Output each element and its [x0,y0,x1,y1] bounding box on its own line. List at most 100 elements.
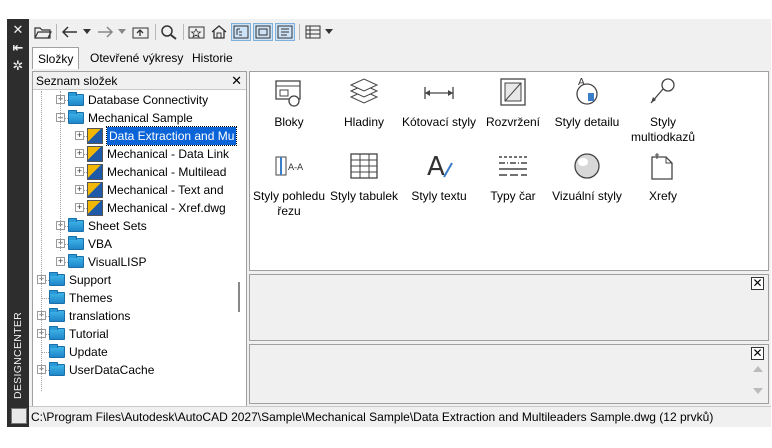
tree-item[interactable]: Update [33,343,246,361]
folder-icon [68,92,84,106]
tree-item-label: VisualLISP [88,255,147,269]
preview-pane: ✕ [249,274,769,341]
views-icon[interactable] [303,23,323,41]
description-icon[interactable] [275,23,295,41]
search-icon[interactable] [159,23,179,41]
content-item[interactable]: Rozvržení [474,75,552,130]
content-item[interactable]: A Styly detailu [548,75,626,130]
content-item[interactable]: Typy čar [474,149,552,204]
back-icon[interactable] [60,23,80,41]
tab-open-drawings[interactable]: Otevřené výkresy [85,47,188,69]
tab-history[interactable]: Historie [187,47,238,69]
linetypes-icon [499,156,527,176]
content-item[interactable]: Styly tabulek [325,149,403,204]
views-dropdown-icon[interactable] [323,23,335,41]
tree-item[interactable]: + Support [33,271,246,289]
content-item[interactable]: Kótovací styly [400,75,478,130]
folder-icon [49,362,65,376]
visual-styles-icon [574,153,600,179]
svg-text:A: A [427,152,445,182]
tree-item[interactable]: Themes [33,289,246,307]
svg-text:A-A: A-A [288,163,304,173]
grip-icon[interactable] [11,408,27,424]
expand-icon[interactable]: + [75,203,84,212]
preview-icon[interactable] [253,23,273,41]
content-item[interactable]: Styly multiodkazů [624,75,702,145]
drawing-file-icon [87,164,103,180]
detail-styles-icon: A [576,77,598,105]
tree-item[interactable]: + Tutorial [33,325,246,343]
expand-icon[interactable]: + [56,257,65,266]
xrefs-icon [651,153,673,180]
drawing-file-icon [87,128,103,144]
back-dropdown-icon[interactable] [81,23,93,41]
layouts-icon [500,78,526,106]
content-item[interactable]: Xrefy [624,149,702,204]
description-pane: ✕ [249,344,769,404]
tree-item-label: Support [69,273,112,287]
tree-item[interactable]: + Mechanical - Multilead [33,163,246,181]
toolbar [29,19,771,45]
tree-item[interactable]: + Data Extraction and Mu [33,126,246,146]
content-item[interactable]: A-A Styly pohledu řezu [250,149,328,219]
forward-icon[interactable] [95,23,115,41]
content-item-label: Typy čar [490,189,536,203]
drawing-file-icon [87,200,103,216]
autohide-button[interactable]: ⇤ [10,41,26,55]
folder-icon [49,272,65,286]
tree-vertical-scrollbar[interactable] [238,282,240,312]
folder-icon [68,110,84,124]
tab-folders[interactable]: Složky [32,47,80,69]
tree-item[interactable]: + VBA [33,235,246,253]
expand-icon[interactable]: + [75,131,84,140]
favorites-icon[interactable] [187,23,207,41]
expand-icon[interactable]: + [75,167,84,176]
load-icon[interactable] [33,23,53,41]
tree-item[interactable]: + Sheet Sets [33,217,246,235]
svg-text:A: A [578,77,585,88]
tree-item[interactable]: + Mechanical - Xref.dwg [33,199,246,217]
tree-item[interactable]: + Database Connectivity [33,91,246,109]
expand-icon[interactable]: + [75,185,84,194]
folder-icon [49,344,65,358]
tree-item[interactable]: + translations [33,307,246,325]
home-icon[interactable] [209,23,229,41]
tree-item-label: Mechanical - Multilead [107,165,227,179]
content-item[interactable]: Hladiny [325,75,403,130]
content-item-label: Xrefy [648,189,677,203]
tree-item[interactable]: + UserDataCache [33,361,246,379]
folder-icon [68,236,84,250]
expand-icon[interactable]: + [75,149,84,158]
scroll-up-icon[interactable] [753,366,763,372]
tree-item-label: Update [69,345,108,359]
content-item-label: Kótovací styly [401,115,477,129]
drawing-file-icon [87,146,103,162]
content-item-label: Styly pohledu řezu [252,189,326,218]
tree-item[interactable]: + Mechanical - Text and [33,181,246,199]
properties-button[interactable]: ✲ [10,59,26,73]
tab-bar: Složky Otevřené výkresy Historie [29,47,771,69]
tree-item-label: Mechanical - Text and [107,183,224,197]
tree-item-label: Sheet Sets [88,219,147,233]
tree-item-label: Mechanical Sample [88,111,193,125]
tree-item-label: Tutorial [69,327,109,341]
folder-icon [68,218,84,232]
close-preview-icon[interactable]: ✕ [751,277,764,290]
close-description-icon[interactable]: ✕ [751,347,764,360]
tree-item[interactable]: + VisualLISP [33,253,246,271]
forward-dropdown-icon[interactable] [116,23,128,41]
content-item[interactable]: Bloky [250,75,328,130]
close-icon[interactable]: ✕ [231,72,242,90]
folder-icon [49,326,65,340]
tree-item[interactable]: – Mechanical Sample [33,109,246,127]
tree-view-icon[interactable] [231,23,251,41]
tree-item-label: Mechanical - Data Link [107,147,230,161]
close-palette-button[interactable]: ✕ [10,23,26,37]
content-item[interactable]: Vizuální styly [548,149,626,204]
drawing-file-icon [87,182,103,198]
content-item-label: Bloky [274,115,304,129]
tree-item[interactable]: + Mechanical - Data Link [33,145,246,163]
scroll-down-icon[interactable] [753,388,763,394]
up-icon[interactable] [131,23,151,41]
content-item[interactable]: A Styly textu [400,149,478,204]
